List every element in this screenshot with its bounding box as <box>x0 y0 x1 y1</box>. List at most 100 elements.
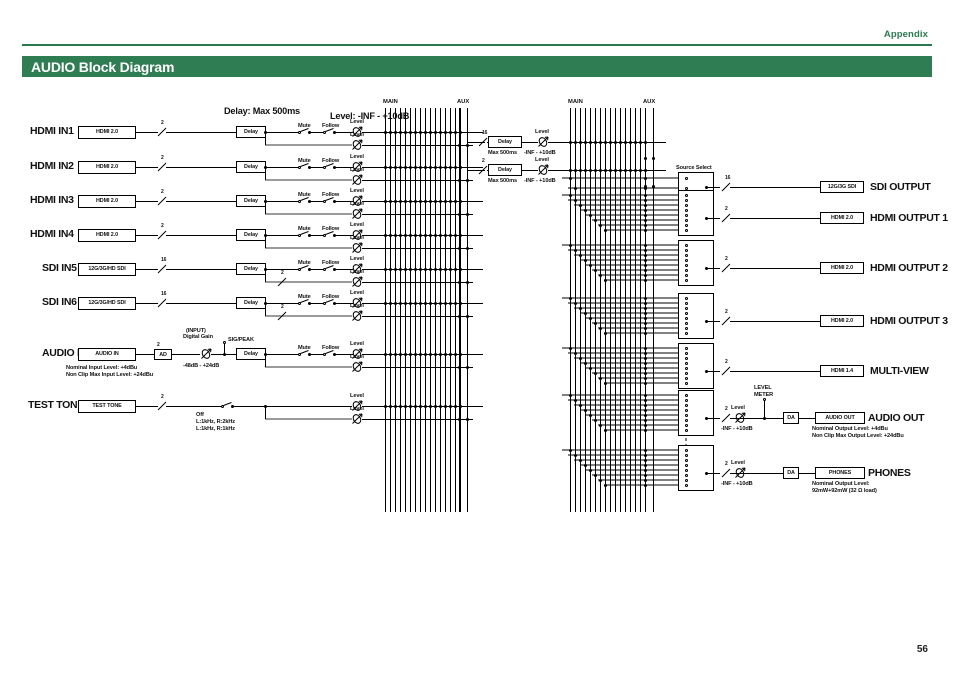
selector-contact-1-2[interactable] <box>684 203 688 207</box>
xpoint-right-aux-0-1 <box>643 186 647 190</box>
selector-contact-2-1[interactable] <box>684 248 688 252</box>
selector-contact-1-3[interactable] <box>684 208 688 212</box>
mute-switch-6-pivot[interactable] <box>297 352 301 356</box>
level-knob-aux-2[interactable] <box>352 208 363 219</box>
mute-switch-0-pivot[interactable] <box>297 130 301 134</box>
level-knob-aux-5[interactable] <box>352 310 363 321</box>
sig-peak-terminal <box>222 340 226 344</box>
level-knob-aux-4[interactable] <box>352 276 363 287</box>
follow-switch-2-pivot[interactable] <box>322 199 326 203</box>
selector-contact-3-0[interactable] <box>684 296 688 300</box>
selector-contact-5-0[interactable] <box>684 393 688 397</box>
xpoint-left-6-15 <box>458 352 462 356</box>
selector-contact-5-3[interactable] <box>684 408 688 412</box>
selector-contact-2-7[interactable] <box>684 278 688 282</box>
output-channels-5: 2 <box>725 406 728 412</box>
selector-contact-2-6[interactable] <box>684 273 688 277</box>
bus-left-main-line-14 <box>455 108 456 512</box>
level-knob-aux-3[interactable] <box>352 242 363 253</box>
xpoint-right-6-6 <box>598 478 602 482</box>
selector-contact-5-1[interactable] <box>684 398 688 402</box>
selector-contact-6-0[interactable] <box>684 448 688 452</box>
selector-contact-1-5[interactable] <box>684 218 688 222</box>
selector-contact-3-2[interactable] <box>684 306 688 310</box>
selector-contact-6-6[interactable] <box>684 478 688 482</box>
follow-switch-3-pivot[interactable] <box>322 233 326 237</box>
selector-contact-3-6[interactable] <box>684 326 688 330</box>
source-select-box-2[interactable] <box>678 240 714 286</box>
source-select-box-5[interactable] <box>678 390 714 436</box>
wire-bus-aux-5 <box>362 316 473 317</box>
selector-contact-1-7[interactable] <box>684 228 688 232</box>
input-channels-3 <box>157 230 167 240</box>
selector-contact-3-4[interactable] <box>684 316 688 320</box>
mute-switch-1-pivot[interactable] <box>297 165 301 169</box>
xpoint-left-7-14 <box>453 404 457 408</box>
xpoint-left-1-8 <box>423 165 427 169</box>
xpoint-right-aux-6-3 <box>643 463 647 467</box>
selector-contact-6-7[interactable] <box>684 483 688 487</box>
selector-contact-3-1[interactable] <box>684 301 688 305</box>
source-select-box-6[interactable] <box>678 445 714 491</box>
selector-contact-4-5[interactable] <box>684 371 688 375</box>
source-select-box-3[interactable] <box>678 293 714 339</box>
selector-contact-6-5[interactable] <box>684 473 688 477</box>
input-connector-5: 12G/3G/HD SDI <box>78 296 136 310</box>
selector-contact-4-7[interactable] <box>684 381 688 385</box>
selector-contact-0-0[interactable] <box>684 176 688 180</box>
selector-contact-4-4[interactable] <box>684 366 688 370</box>
output-label-5: AUDIO OUT <box>868 412 925 424</box>
follow-switch-6-pivot[interactable] <box>322 352 326 356</box>
mute-switch-4-pivot[interactable] <box>297 267 301 271</box>
selector-contact-1-4[interactable] <box>684 213 688 217</box>
source-select-box-1[interactable] <box>678 190 714 236</box>
selector-contact-2-4[interactable] <box>684 263 688 267</box>
level-label-aux-5: Level <box>350 303 364 309</box>
selector-contact-2-2[interactable] <box>684 253 688 257</box>
mute-switch-3-pivot[interactable] <box>297 233 301 237</box>
selector-contact-6-4[interactable] <box>684 468 688 472</box>
level-knob-aux-1[interactable] <box>352 174 363 185</box>
testtone-switch-pivot[interactable] <box>220 404 224 408</box>
wire-bus-aux-2 <box>362 214 473 215</box>
follow-switch-0-pivot[interactable] <box>322 130 326 134</box>
digital-gain-knob[interactable] <box>201 348 212 359</box>
mute-switch-5-pivot[interactable] <box>297 301 301 305</box>
selector-contact-6-3[interactable] <box>684 463 688 467</box>
selector-contact-5-4[interactable] <box>684 413 688 417</box>
selector-contact-2-5[interactable] <box>684 268 688 272</box>
selector-contact-5-6[interactable] <box>684 423 688 427</box>
xpoint-right-aux-2-3 <box>643 258 647 262</box>
selector-contact-5-2[interactable] <box>684 403 688 407</box>
selector-contact-6-2[interactable] <box>684 458 688 462</box>
selector-contact-4-0[interactable] <box>684 346 688 350</box>
follow-switch-1-pivot[interactable] <box>322 165 326 169</box>
level-knob-aux-0[interactable] <box>352 139 363 150</box>
mid-level-knob-1[interactable] <box>538 164 549 175</box>
selector-contact-4-3[interactable] <box>684 361 688 365</box>
follow-switch-4-pivot[interactable] <box>322 267 326 271</box>
selector-contact-5-7[interactable] <box>684 428 688 432</box>
selector-contact-6-1[interactable] <box>684 453 688 457</box>
mid-level-knob-0[interactable] <box>538 136 549 147</box>
selector-contact-1-6[interactable] <box>684 223 688 227</box>
source-select-box-4[interactable] <box>678 343 714 389</box>
selector-contact-3-5[interactable] <box>684 321 688 325</box>
follow-switch-5-pivot[interactable] <box>322 301 326 305</box>
level-knob-arrow <box>352 208 363 219</box>
selector-contact-2-0[interactable] <box>684 243 688 247</box>
selector-contact-3-3[interactable] <box>684 311 688 315</box>
selector-contact-3-7[interactable] <box>684 331 688 335</box>
selector-contact-4-1[interactable] <box>684 351 688 355</box>
bus-left-main-line-5 <box>410 108 411 512</box>
selector-contact-4-2[interactable] <box>684 356 688 360</box>
selector-contact-2-3[interactable] <box>684 258 688 262</box>
selector-contact-4-6[interactable] <box>684 376 688 380</box>
selector-contact-1-1[interactable] <box>684 198 688 202</box>
selector-contact-5-5[interactable] <box>684 418 688 422</box>
input-channels-2 <box>157 196 167 206</box>
mute-switch-2-pivot[interactable] <box>297 199 301 203</box>
selector-contact-1-0[interactable] <box>684 193 688 197</box>
level-knob-aux-6[interactable] <box>352 361 363 372</box>
level-knob-tone-aux[interactable] <box>352 413 363 424</box>
